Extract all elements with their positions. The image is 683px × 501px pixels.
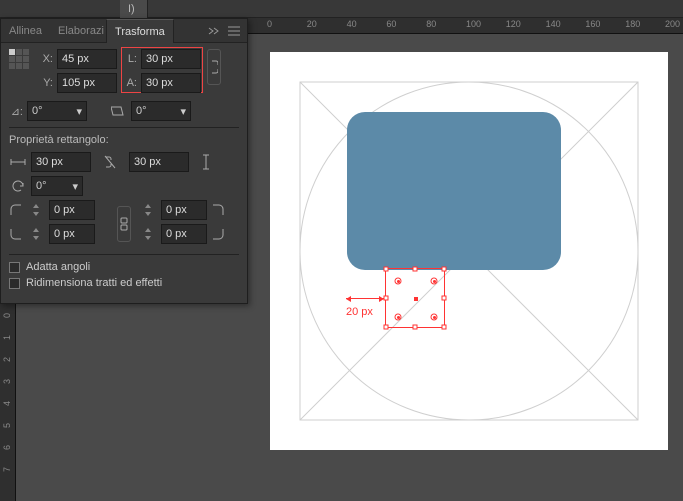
ruler-tick: 2 bbox=[2, 357, 12, 362]
anchor-point[interactable] bbox=[395, 314, 402, 321]
ruler-tick: 100 bbox=[466, 19, 481, 29]
ruler-tick: 20 bbox=[307, 19, 317, 29]
corner-bl-icon bbox=[9, 227, 23, 241]
ruler-tick: 0 bbox=[267, 19, 272, 29]
width-field[interactable]: 30 px bbox=[141, 49, 201, 69]
ruler-tick: 4 bbox=[2, 401, 12, 406]
panel-tabs: Allinea Elaborazi Trasforma bbox=[1, 19, 247, 43]
shear-field[interactable]: 0°▾ bbox=[131, 101, 191, 121]
rotate-field[interactable]: 0°▾ bbox=[27, 101, 87, 121]
measure-arrow bbox=[346, 298, 384, 299]
corner-bl-field[interactable]: 0 px bbox=[49, 224, 95, 244]
scale-corners-checkbox[interactable]: Adatta angoli bbox=[9, 261, 239, 273]
w-label: L: bbox=[123, 53, 137, 65]
ruler-tick: 140 bbox=[546, 19, 561, 29]
rect-width-field[interactable]: 30 px bbox=[31, 152, 91, 172]
rect-width-icon bbox=[9, 153, 27, 171]
panel-menu-icon[interactable] bbox=[227, 24, 241, 38]
stepper-icon[interactable] bbox=[27, 225, 45, 243]
reference-point-grid[interactable] bbox=[9, 49, 29, 69]
link-wh-toggle[interactable] bbox=[207, 49, 221, 85]
corner-tl-field[interactable]: 0 px bbox=[49, 200, 95, 220]
ruler-tick: 1 bbox=[2, 335, 12, 340]
collapse-icon[interactable] bbox=[207, 24, 221, 38]
anchor-point[interactable] bbox=[395, 278, 402, 285]
anchor-point[interactable] bbox=[431, 278, 438, 285]
y-label: Y: bbox=[39, 77, 53, 89]
corner-rotate-field[interactable]: 0°▾ bbox=[31, 176, 83, 196]
ruler-tick: 6 bbox=[2, 445, 12, 450]
anchor-point[interactable] bbox=[431, 314, 438, 321]
rotate-label: ⊿: bbox=[9, 105, 23, 118]
corner-rotate-icon bbox=[9, 177, 27, 195]
ruler-tick: 80 bbox=[426, 19, 436, 29]
chevron-down-icon: ▾ bbox=[72, 180, 78, 193]
ruler-tick: 60 bbox=[386, 19, 396, 29]
ruler-tick: 7 bbox=[2, 467, 12, 472]
tab-process[interactable]: Elaborazi bbox=[50, 19, 106, 43]
transform-panel: Allinea Elaborazi Trasforma X: 45 px Y: 10… bbox=[0, 18, 248, 304]
ruler-tick: 5 bbox=[2, 423, 12, 428]
ruler-tick: 3 bbox=[2, 379, 12, 384]
tab-align[interactable]: Allinea bbox=[1, 19, 50, 43]
corner-tr-field[interactable]: 0 px bbox=[161, 200, 207, 220]
tab-transform[interactable]: Trasforma bbox=[106, 19, 174, 43]
ruler-tick: 0 bbox=[2, 313, 12, 318]
rounded-rectangle-shape[interactable] bbox=[347, 112, 561, 270]
corner-br-icon bbox=[211, 227, 225, 241]
rect-height-field[interactable]: 30 px bbox=[129, 152, 189, 172]
app-top-strip: I) bbox=[0, 0, 683, 18]
document-tab[interactable]: I) bbox=[120, 0, 148, 18]
rect-properties-label: Proprietà rettangolo: bbox=[9, 134, 239, 146]
scale-strokes-checkbox[interactable]: Ridimensiona tratti ed effetti bbox=[9, 277, 239, 289]
center-point bbox=[414, 297, 418, 301]
x-label: X: bbox=[39, 53, 53, 65]
link-corners-toggle[interactable] bbox=[117, 206, 131, 242]
h-label: A: bbox=[123, 77, 137, 89]
height-field[interactable]: 30 px bbox=[141, 73, 201, 93]
no-link-icon[interactable] bbox=[101, 153, 119, 171]
rect-height-icon bbox=[197, 153, 215, 171]
chevron-down-icon: ▾ bbox=[76, 105, 82, 118]
corner-tr-icon bbox=[211, 203, 225, 217]
x-field[interactable]: 45 px bbox=[57, 49, 117, 69]
chevron-down-icon: ▾ bbox=[180, 105, 186, 118]
ruler-tick: 160 bbox=[585, 19, 600, 29]
corner-tl-icon bbox=[9, 203, 23, 217]
stepper-icon[interactable] bbox=[139, 201, 157, 219]
ruler-tick: 200 bbox=[665, 19, 680, 29]
y-field[interactable]: 105 px bbox=[57, 73, 117, 93]
measure-label: 20 px bbox=[346, 306, 373, 318]
artboard[interactable]: 20 px bbox=[270, 52, 668, 450]
stepper-icon[interactable] bbox=[139, 225, 157, 243]
ruler-tick: 40 bbox=[347, 19, 357, 29]
scale-strokes-label: Ridimensiona tratti ed effetti bbox=[26, 277, 162, 289]
shear-icon bbox=[109, 102, 127, 120]
stepper-icon[interactable] bbox=[27, 201, 45, 219]
scale-corners-label: Adatta angoli bbox=[26, 261, 90, 273]
selected-square[interactable] bbox=[385, 268, 445, 328]
ruler-tick: 180 bbox=[625, 19, 640, 29]
ruler-tick: 120 bbox=[506, 19, 521, 29]
corner-br-field[interactable]: 0 px bbox=[161, 224, 207, 244]
